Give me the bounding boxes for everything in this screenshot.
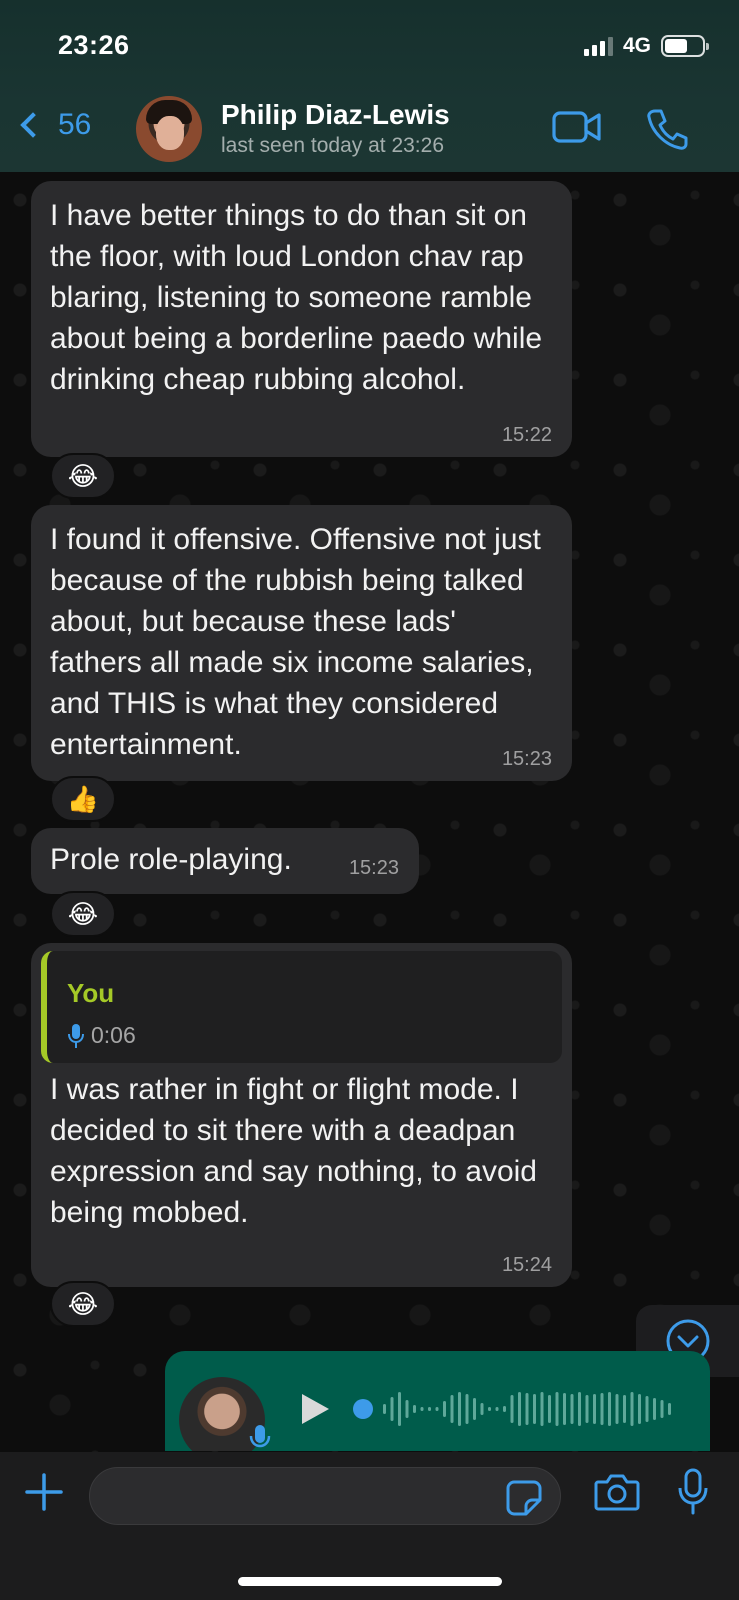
microphone-icon[interactable] bbox=[677, 1468, 709, 1516]
waveform-bar bbox=[405, 1400, 409, 1418]
plus-icon[interactable] bbox=[24, 1472, 64, 1512]
waveform-bar bbox=[390, 1397, 394, 1421]
quoted-duration-text: 0:06 bbox=[91, 1022, 136, 1048]
waveform-bar bbox=[420, 1407, 424, 1411]
laughing-emoji-icon: 😂 bbox=[67, 460, 99, 491]
voice-note-bubble[interactable] bbox=[165, 1351, 710, 1451]
waveform-bar bbox=[383, 1404, 386, 1414]
waveform-bar bbox=[480, 1403, 484, 1415]
sticker-icon[interactable] bbox=[506, 1480, 542, 1516]
waveform-bar bbox=[488, 1407, 491, 1411]
message-bubble[interactable]: I found it offensive. Offensive not just… bbox=[31, 505, 572, 781]
laughing-emoji-icon: 😂 bbox=[67, 898, 99, 929]
waveform-bar bbox=[458, 1392, 461, 1426]
quoted-message[interactable]: You 0:06 bbox=[41, 951, 562, 1063]
waveform-bar bbox=[495, 1407, 499, 1411]
network-type: 4G bbox=[622, 34, 651, 57]
quoted-voice-duration: 0:06 bbox=[67, 1015, 136, 1056]
waveform-bar bbox=[443, 1401, 446, 1417]
back-button[interactable]: 56 bbox=[16, 108, 91, 142]
message-text: I was rather in fight or flight mode. I … bbox=[50, 1073, 537, 1229]
microphone-icon bbox=[68, 1023, 84, 1048]
waveform-bar bbox=[428, 1407, 431, 1411]
video-camera-icon[interactable] bbox=[552, 108, 602, 146]
status-time: 23:26 bbox=[58, 30, 130, 60]
waveform[interactable] bbox=[353, 1379, 683, 1439]
home-indicator bbox=[238, 1577, 502, 1586]
quoted-author: You bbox=[67, 978, 115, 1008]
waveform-bar bbox=[570, 1394, 574, 1424]
microphone-icon bbox=[249, 1425, 271, 1448]
message-bubble[interactable]: You 0:06 I was rather in fight or flight… bbox=[31, 943, 572, 1287]
waveform-bar bbox=[540, 1392, 544, 1426]
waveform-bar bbox=[518, 1392, 521, 1426]
waveform-bar bbox=[450, 1395, 454, 1423]
waveform-bar bbox=[600, 1393, 604, 1425]
message-time: 15:22 bbox=[501, 424, 552, 446]
reaction-badge[interactable]: 👍 bbox=[50, 776, 116, 822]
message-bubble[interactable]: I have better things to do than sit on t… bbox=[31, 181, 572, 457]
signal-icon bbox=[583, 36, 613, 56]
contact-name[interactable]: Philip Diaz-Lewis bbox=[221, 99, 450, 131]
waveform-bar bbox=[503, 1406, 506, 1412]
message-text: I have better things to do than sit on t… bbox=[50, 199, 543, 396]
waveform-bar bbox=[608, 1392, 611, 1426]
waveform-bar bbox=[563, 1393, 566, 1425]
reaction-badge[interactable]: 😂 bbox=[50, 891, 116, 937]
waveform-bar bbox=[638, 1394, 641, 1424]
contact-avatar[interactable] bbox=[136, 96, 202, 162]
waveform-bar bbox=[653, 1398, 656, 1420]
phone-icon[interactable] bbox=[646, 108, 688, 150]
message-time: 15:23 bbox=[501, 748, 552, 770]
waveform-bar bbox=[435, 1407, 439, 1411]
waveform-bar bbox=[533, 1394, 536, 1424]
message-input[interactable] bbox=[89, 1467, 561, 1525]
message-bubble[interactable]: Prole role-playing. 15:23 bbox=[31, 828, 419, 894]
chevron-left-icon bbox=[20, 112, 46, 138]
message-time: 15:24 bbox=[501, 1254, 552, 1276]
waveform-bar bbox=[525, 1393, 529, 1425]
waveform-bar bbox=[630, 1392, 634, 1426]
waveform-bar bbox=[465, 1394, 469, 1424]
waveform-bar bbox=[645, 1396, 649, 1422]
waveform-bar bbox=[413, 1405, 416, 1413]
thumbs-up-emoji-icon: 👍 bbox=[66, 783, 100, 814]
reaction-badge[interactable]: 😂 bbox=[50, 1281, 116, 1327]
reaction-badge[interactable]: 😂 bbox=[50, 453, 116, 499]
message-text: I found it offensive. Offensive not just… bbox=[50, 523, 541, 761]
waveform-bar bbox=[398, 1392, 401, 1426]
waveform-bar bbox=[585, 1395, 589, 1423]
waveform-bar bbox=[660, 1400, 664, 1418]
battery-icon bbox=[661, 35, 709, 57]
contact-last-seen: last seen today at 23:26 bbox=[221, 134, 444, 157]
status-indicators: 4G bbox=[583, 34, 709, 58]
chat-header: 23:26 4G 56 Philip Diaz-Lewis last seen … bbox=[0, 0, 739, 172]
laughing-emoji-icon: 😂 bbox=[67, 1288, 99, 1319]
waveform-bar bbox=[593, 1394, 596, 1424]
waveform-bar bbox=[510, 1395, 514, 1423]
message-time: 15:23 bbox=[348, 857, 399, 879]
camera-icon[interactable] bbox=[594, 1472, 640, 1512]
waveform-bar bbox=[578, 1392, 581, 1426]
waveform-bar bbox=[615, 1394, 619, 1424]
waveform-bar bbox=[555, 1392, 559, 1426]
unread-count: 56 bbox=[58, 108, 92, 141]
waveform-bar bbox=[473, 1398, 476, 1420]
waveform-bar bbox=[548, 1395, 551, 1423]
play-icon[interactable] bbox=[299, 1392, 331, 1426]
waveform-bar bbox=[668, 1403, 671, 1415]
composer-bar bbox=[0, 1452, 739, 1600]
playback-position-dot bbox=[353, 1399, 373, 1419]
waveform-bar bbox=[623, 1395, 626, 1423]
